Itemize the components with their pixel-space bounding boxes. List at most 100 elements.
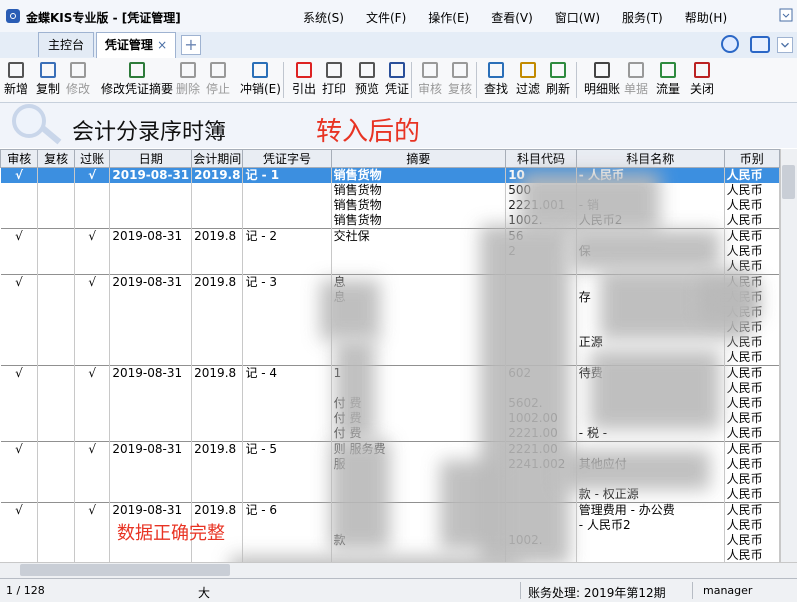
toolbar-button-8[interactable]: 打印 [322,60,346,100]
toolbar-button-4[interactable]: 删除 [176,60,200,100]
toolbar-button-11[interactable]: 审核 [418,60,442,100]
smiley-icon[interactable] [721,35,739,53]
column-header[interactable]: 币别 [723,149,780,168]
menu-item-3[interactable]: 查看(V) [491,9,533,26]
cell-currency: 人民币 [724,350,780,366]
cell-no [242,259,332,275]
cell-post [74,396,111,411]
cell-recheck [37,426,75,442]
toolbar-button-6[interactable]: 冲销(E) [240,60,281,100]
cell-post [74,533,111,548]
cell-audit [0,244,39,259]
cell-post [74,381,111,396]
toolbar-button-3[interactable]: 修改凭证摘要 [101,60,173,100]
cell-recheck [37,472,75,487]
add-tab-button[interactable]: + [181,35,201,55]
toolbar-button-2[interactable]: 修改 [66,60,90,100]
cell-recheck [37,365,75,381]
cell-post [74,335,111,350]
cell-post [74,183,111,198]
flow-icon [660,62,676,78]
vertical-scroll-thumb[interactable] [782,165,795,199]
export-icon [296,62,312,78]
cell-period [191,213,244,229]
column-header[interactable]: 复核 [37,149,75,168]
toolbar-button-9[interactable]: 预览 [355,60,379,100]
column-header[interactable]: 过账 [73,149,111,168]
toolbar-button-16[interactable]: 明细账 [584,60,620,100]
toolbar-label: 明细账 [584,82,621,96]
cell-currency: 人民币 [724,502,780,518]
toolbar-button-15[interactable]: 刷新 [546,60,570,100]
column-header[interactable]: 科目名称 [575,149,725,168]
blurred-region [570,230,720,270]
cell-audit [0,411,39,426]
cell-no: 记 - 3 [242,274,332,290]
tab-voucher-label: 凭证管理 [104,38,153,52]
chevron-down-icon[interactable] [777,37,793,53]
cell-period [191,426,244,442]
menu-bar: 系统(S) 文件(F) 操作(E) 查看(V) 窗口(W) 服务(T) 帮助(H) [303,9,727,26]
cell-date: 2019-08-31 [109,167,193,183]
toolbar-button-19[interactable]: 关闭 [690,60,714,100]
cell-audit: √ [0,228,39,244]
cell-recheck [37,396,75,411]
cell-name [576,533,725,548]
column-header[interactable]: 会计期间 [191,149,244,168]
toolbar-button-10[interactable]: 凭证 [385,60,409,100]
toolbar-button-1[interactable]: 复制 [36,60,60,100]
column-header[interactable]: 科目代码 [505,149,577,168]
cell-no [242,487,332,503]
cell-summary: 销售货物 [331,183,507,198]
horizontal-scroll-thumb[interactable] [20,564,230,576]
cell-no [242,426,332,442]
toolbar-button-5[interactable]: 停止 [206,60,230,100]
toolbar-label: 查找 [484,82,509,96]
cell-summary: 销售货物 [331,167,507,183]
cell-audit: √ [0,441,39,457]
cell-date [109,259,193,275]
table-row[interactable]: √ √ 2019-08-31 2019.8 记 - 6 管理费用 - 办公费 人民币 [0,502,780,518]
blurred-region [335,340,375,440]
cell-post [74,548,111,562]
message-icon[interactable] [750,36,770,53]
status-bar: 1 / 128 大 账务处理: 2019年第12期 manager [0,578,797,602]
table-row[interactable]: 销售货物1002.人民币2人民币 [0,213,780,229]
menu-item-6[interactable]: 帮助(H) [685,9,727,26]
cell-no [242,183,332,198]
column-header[interactable]: 日期 [109,149,193,168]
tab-voucher-management[interactable]: 凭证管理 × [96,32,176,59]
toolbar-button-13[interactable]: 查找 [484,60,508,100]
cell-post [74,518,111,533]
table-row[interactable]: 销售货物2221.001- 销人民币 [0,198,780,213]
toolbar-button-12[interactable]: 复核 [448,60,472,100]
toolbar-button-7[interactable]: 引出 [292,60,316,100]
cell-date [109,198,193,213]
toolbar-button-0[interactable]: 新增 [4,60,28,100]
status-company: 大 [198,586,211,600]
cell-period [191,381,244,396]
cell-date: 2019-08-31 [109,274,193,290]
menu-item-2[interactable]: 操作(E) [428,9,469,26]
close-door-icon [694,62,710,78]
cell-date [109,396,193,411]
column-header[interactable]: 摘要 [330,149,507,168]
toolbar-button-14[interactable]: 过滤 [516,60,540,100]
table-row[interactable]: 销售货物500人民币 [0,183,780,198]
window-menu-icon[interactable] [779,8,793,22]
toolbar-label: 修改 [66,82,91,96]
menu-item-0[interactable]: 系统(S) [303,9,344,26]
menu-item-1[interactable]: 文件(F) [366,9,406,26]
toolbar-button-17[interactable]: 单据 [624,60,648,100]
cell-audit [0,183,39,198]
menu-item-5[interactable]: 服务(T) [622,9,663,26]
close-tab-icon[interactable]: × [157,38,167,52]
table-row[interactable]: √√2019-08-312019.8记 - 1销售货物10- 人民币人民币 [0,167,780,183]
table-header-row: 审核 复核 过账 日期 会计期间 凭证字号 摘要 科目代码 科目名称 币别 [0,149,780,168]
column-header[interactable]: 审核 [0,149,39,168]
tab-home[interactable]: 主控台 [38,32,94,57]
menu-item-4[interactable]: 窗口(W) [555,9,600,26]
toolbar-button-18[interactable]: 流量 [656,60,680,100]
vertical-scrollbar[interactable] [780,149,797,562]
column-header[interactable]: 凭证字号 [242,149,332,168]
